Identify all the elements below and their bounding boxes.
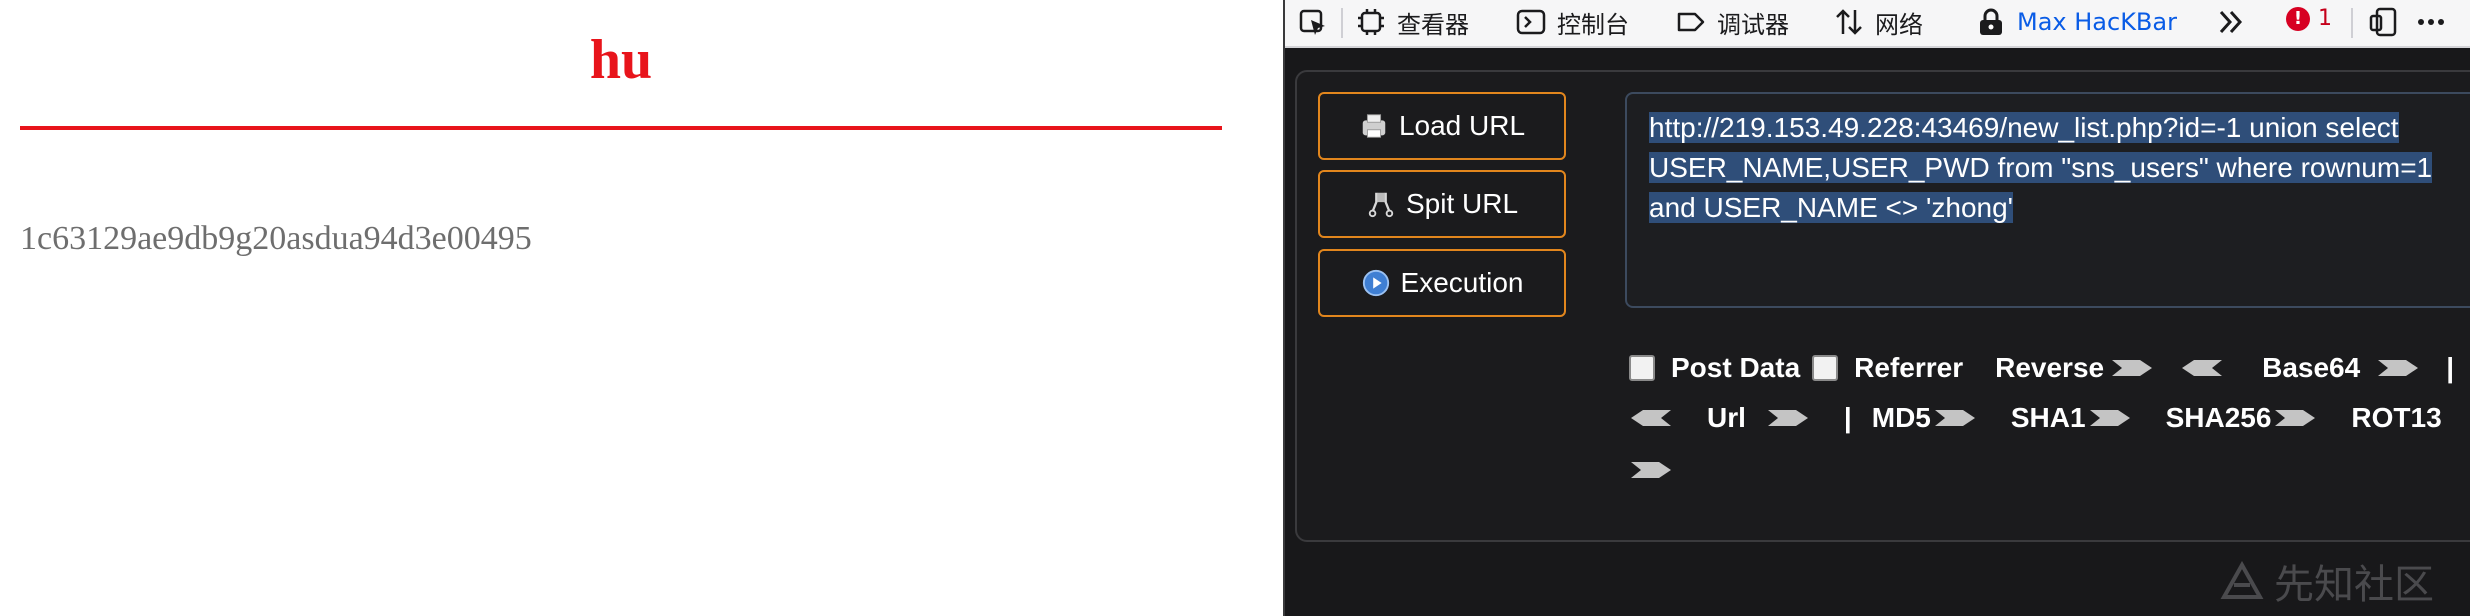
network-icon xyxy=(1833,6,1865,38)
chevron-double-right-icon xyxy=(2215,6,2247,38)
encode-arrow-icon[interactable] xyxy=(1933,407,1977,429)
post-data-label: Post Data xyxy=(1671,352,1801,383)
url-encode-label: Url xyxy=(1707,402,1746,433)
responsive-mode-icon xyxy=(2368,6,2400,38)
encode-arrow-icon[interactable] xyxy=(2088,407,2132,429)
split-url-label: Spit URL xyxy=(1405,188,1519,219)
tab-network[interactable]: 网络 xyxy=(1833,0,1923,44)
devtools-panel: 查看器 控制台 调试器 网络 Max HacKBar ! 1 Load URL … xyxy=(1283,0,2470,616)
console-icon xyxy=(1515,6,1547,38)
decode-arrow-icon[interactable] xyxy=(2180,357,2224,379)
load-url-button[interactable]: Load URL xyxy=(1318,92,1566,160)
execution-button[interactable]: Execution xyxy=(1318,249,1566,317)
play-icon xyxy=(1361,268,1391,298)
element-picker-button[interactable] xyxy=(1297,0,1339,44)
tab-inspector-label: 查看器 xyxy=(1397,10,1469,39)
separator: | xyxy=(1843,402,1852,433)
error-count-badge[interactable]: ! 1 xyxy=(2286,6,2332,31)
referrer-checkbox[interactable] xyxy=(1812,355,1839,381)
tab-max-hackbar[interactable]: Max HacKBar xyxy=(1975,0,2177,44)
horizontal-rule xyxy=(20,126,1222,130)
page-title: hu xyxy=(589,29,653,91)
encode-arrow-icon[interactable] xyxy=(1766,407,1810,429)
encode-arrow-icon[interactable] xyxy=(2110,357,2154,379)
post-data-checkbox[interactable] xyxy=(1629,355,1655,381)
url-line: and USER_NAME <> 'zhong' xyxy=(1649,192,2013,223)
load-url-icon xyxy=(1359,111,1389,141)
tab-max-hackbar-label: Max HacKBar xyxy=(2017,8,2177,36)
error-icon: ! xyxy=(2286,6,2310,31)
separator: | xyxy=(2446,352,2455,383)
password-hash-text: 1c63129ae9db9g20asdua94d3e00495 xyxy=(20,220,532,257)
url-line: USER_NAME,USER_PWD from "sns_users" wher… xyxy=(1649,152,2433,183)
rot13-label: ROT13 xyxy=(2351,402,2442,433)
error-count: 1 xyxy=(2318,6,2332,31)
debugger-icon xyxy=(1675,6,1707,38)
more-options-icon xyxy=(2415,6,2447,38)
url-textarea[interactable]: http://219.153.49.228:43469/new_list.php… xyxy=(1625,92,2470,308)
split-url-button[interactable]: Spit URL xyxy=(1318,170,1566,238)
url-line: http://219.153.49.228:43469/new_list.php… xyxy=(1649,112,2399,143)
element-picker-icon xyxy=(1297,6,1329,38)
load-url-label: Load URL xyxy=(1398,110,1526,141)
sha1-label: SHA1 xyxy=(2010,402,2086,433)
split-url-icon xyxy=(1366,189,1396,219)
inspector-icon xyxy=(1355,6,1387,38)
referrer-label: Referrer xyxy=(1854,352,1964,383)
watermark-text: 先知社区 xyxy=(2274,562,2434,608)
hackbar-options-row-1: Post Data Referrer Reverse Base64 | xyxy=(1629,348,2470,388)
tab-debugger[interactable]: 调试器 xyxy=(1675,0,1789,44)
tab-inspector[interactable]: 查看器 xyxy=(1355,0,1469,44)
lock-icon xyxy=(1975,6,2007,38)
more-tabs-button[interactable] xyxy=(2215,0,2257,44)
encode-arrow-icon[interactable] xyxy=(2273,407,2317,429)
base64-label: Base64 xyxy=(2262,352,2361,383)
execution-label: Execution xyxy=(1400,267,1524,298)
hackbar-options-row-2: Url | MD5 SHA1 SHA256 ROT13 xyxy=(1629,398,2442,438)
tab-network-label: 网络 xyxy=(1875,10,1923,39)
encode-arrow-icon[interactable] xyxy=(1629,459,1673,481)
toolbar-separator xyxy=(1341,8,1343,38)
tab-debugger-label: 调试器 xyxy=(1717,10,1789,39)
watermark: 先知社区 xyxy=(2220,552,2434,610)
tab-console-label: 控制台 xyxy=(1557,10,1629,39)
responsive-design-button[interactable] xyxy=(2368,0,2410,44)
tab-console[interactable]: 控制台 xyxy=(1515,0,1629,44)
sha256-label: SHA256 xyxy=(2165,402,2272,433)
devtools-menu-button[interactable] xyxy=(2415,0,2457,44)
md5-label: MD5 xyxy=(1871,402,1931,433)
encode-arrow-icon[interactable] xyxy=(2376,357,2420,379)
decode-arrow-icon[interactable] xyxy=(1629,407,1673,429)
toolbar-separator xyxy=(2351,8,2353,38)
hackbar-options-row-3 xyxy=(1629,450,1679,490)
reverse-button[interactable]: Reverse xyxy=(1995,352,2104,384)
xianzhi-logo-icon xyxy=(2220,561,2264,599)
url-text: http://219.153.49.228:43469/new_list.php… xyxy=(1649,108,2469,228)
devtools-toolbar: 查看器 控制台 调试器 网络 Max HacKBar ! 1 xyxy=(1285,0,2470,48)
